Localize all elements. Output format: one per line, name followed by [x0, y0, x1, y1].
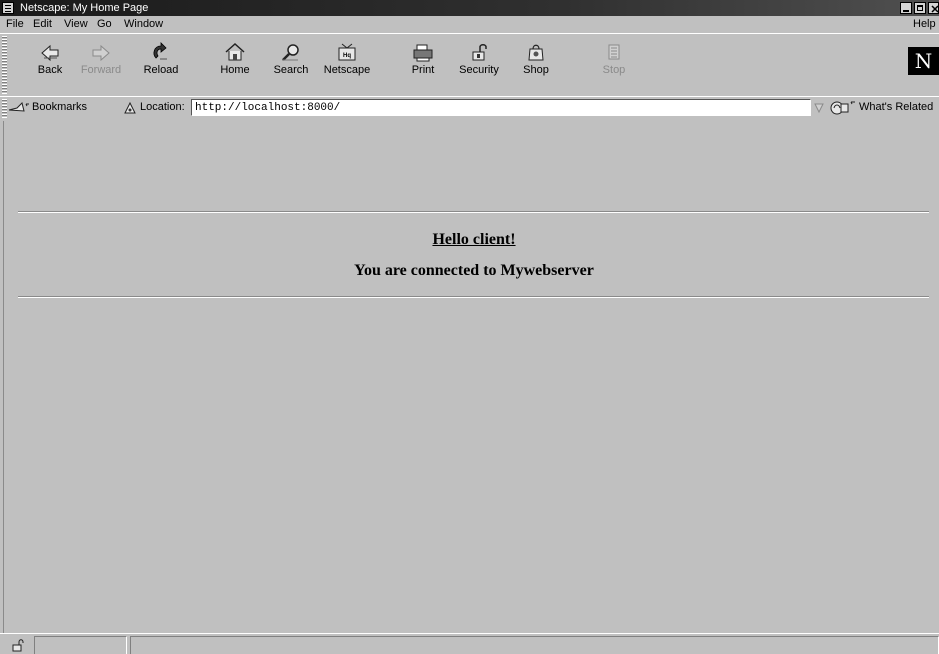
netscape-button[interactable]: Hq Netscape — [318, 38, 376, 94]
page-content: Hello client! You are connected to Myweb… — [9, 121, 939, 633]
status-bar — [0, 633, 939, 654]
location-grip[interactable] — [2, 99, 7, 118]
home-button[interactable]: Home — [215, 38, 255, 94]
status-message — [130, 636, 939, 654]
maximize-icon[interactable] — [914, 2, 926, 14]
sidebar-grip[interactable] — [0, 121, 9, 633]
search-icon — [282, 44, 299, 61]
search-button[interactable]: Search — [268, 38, 314, 94]
close-icon[interactable] — [928, 2, 939, 14]
url-field[interactable] — [191, 99, 811, 116]
minimize-icon[interactable] — [900, 2, 912, 14]
reload-icon — [153, 42, 167, 60]
menu-help[interactable]: Help — [913, 18, 936, 31]
svg-text:Hq: Hq — [343, 53, 351, 59]
reload-button[interactable]: Reload — [138, 38, 184, 94]
bookmarks-icon[interactable] — [8, 102, 30, 114]
home-icon — [225, 42, 245, 61]
menu-view[interactable]: View — [64, 18, 88, 31]
page-subheading: You are connected to Mywebserver — [354, 262, 594, 279]
print-icon — [413, 44, 433, 62]
browser-window: Netscape: My Home Page File Edit View Go… — [0, 0, 939, 654]
url-input[interactable] — [192, 100, 810, 115]
security-status-icon[interactable] — [11, 638, 25, 652]
location-icon[interactable] — [122, 101, 138, 115]
window-menu-icon[interactable] — [2, 2, 14, 14]
bookmarks-button[interactable]: Bookmarks — [32, 101, 87, 113]
back-arrow-icon — [41, 44, 59, 62]
forward-button[interactable]: Forward — [76, 38, 126, 94]
title-bar: Netscape: My Home Page — [0, 0, 939, 16]
menu-edit[interactable]: Edit — [33, 18, 52, 31]
window-title: Netscape: My Home Page — [20, 2, 149, 14]
forward-arrow-icon — [92, 44, 110, 62]
menu-go[interactable]: Go — [97, 18, 112, 31]
toolbar-grip[interactable] — [2, 36, 7, 94]
stop-button[interactable]: Stop — [594, 38, 634, 94]
security-button[interactable]: Security — [454, 38, 504, 94]
progress-indicator — [34, 636, 127, 654]
shop-button[interactable]: Shop — [516, 38, 556, 94]
netscape-icon: Hq — [338, 43, 356, 61]
whats-related-icon — [830, 101, 855, 115]
page-heading: Hello client! — [432, 231, 516, 248]
security-lock-icon — [472, 44, 487, 61]
menu-file[interactable]: File — [6, 18, 24, 31]
back-button[interactable]: Back — [30, 38, 70, 94]
menu-window[interactable]: Window — [124, 18, 163, 31]
shop-icon — [528, 44, 544, 61]
print-button[interactable]: Print — [403, 38, 443, 94]
url-history-dropdown-icon[interactable] — [813, 101, 825, 115]
location-label: Location: — [140, 101, 185, 113]
horizontal-rule-top — [18, 211, 929, 213]
menu-bar: File Edit View Go Window Help — [0, 16, 939, 33]
netscape-logo[interactable]: N — [908, 47, 939, 75]
location-toolbar: Bookmarks Location: What's Related — [0, 96, 939, 120]
stop-icon — [608, 44, 620, 60]
navigation-toolbar: Back Forward Reload Home Search Hq Netsc… — [0, 33, 939, 96]
horizontal-rule-bottom — [18, 296, 929, 298]
